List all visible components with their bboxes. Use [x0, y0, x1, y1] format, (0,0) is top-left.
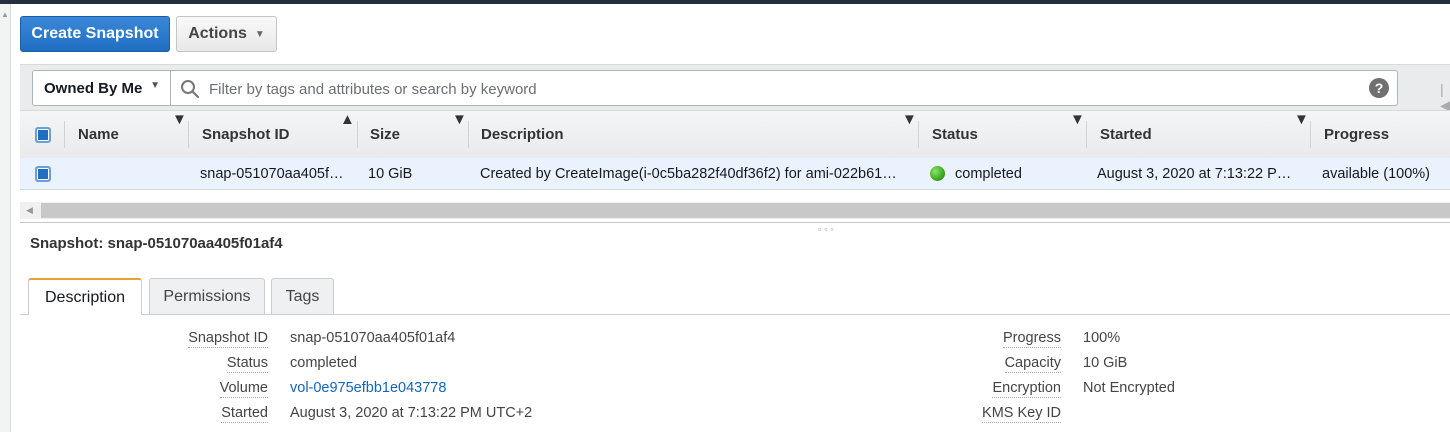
row-checkbox[interactable] [35, 166, 51, 182]
scroll-left-icon[interactable]: ◀ [26, 205, 33, 216]
value-snapshot-id: snap-051070aa405f01af4 [290, 330, 456, 346]
left-sidebar-collapsed[interactable]: ▲ [0, 4, 11, 432]
cell-description: Created by CreateImage(i-0c5ba282f40df36… [480, 165, 897, 182]
sort-icon[interactable]: ▼ [1070, 111, 1085, 128]
owner-filter-value: Owned By Me [44, 79, 143, 97]
column-divider [64, 121, 65, 148]
column-label: Progress [1324, 126, 1390, 143]
label-snapshot-id: Snapshot ID [188, 330, 268, 348]
help-icon[interactable]: ? [1369, 78, 1389, 98]
value-capacity: 10 GiB [1083, 355, 1128, 371]
status-text: completed [955, 165, 1022, 182]
tab-tags[interactable]: Tags [271, 278, 334, 314]
label-capacity: Capacity [1004, 355, 1061, 373]
column-label: Snapshot ID [202, 126, 290, 143]
cell-snapshot-id: snap-051070aa405f… [200, 165, 344, 182]
column-divider[interactable] [1086, 121, 1087, 148]
horizontal-scrollbar[interactable]: ◀ [20, 202, 1450, 219]
chevron-down-icon: ▼ [254, 28, 265, 40]
cell-progress: available (100%) [1322, 165, 1431, 182]
label-volume: Volume [219, 380, 268, 398]
column-divider[interactable] [918, 121, 919, 148]
label-progress: Progress [1002, 330, 1061, 348]
sort-asc-icon[interactable]: ▲ [340, 111, 355, 128]
cell-size: 10 GiB [368, 165, 413, 182]
column-header-progress[interactable]: Progress [1324, 111, 1389, 158]
pane-divider [20, 222, 1450, 223]
create-snapshot-button[interactable]: Create Snapshot [20, 16, 170, 52]
column-label: Size [370, 126, 401, 143]
scroll-up-icon[interactable]: ▲ [1, 10, 9, 19]
scrollbar-thumb[interactable] [41, 203, 1450, 218]
detail-title: Snapshot: snap-051070aa405f01af4 [30, 235, 283, 252]
value-progress: 100% [1083, 330, 1121, 346]
tab-description[interactable]: Description [28, 278, 142, 315]
top-bar [0, 0, 1450, 4]
column-header-size[interactable]: Size [370, 111, 400, 158]
value-encryption: Not Encrypted [1083, 380, 1175, 396]
column-label: Description [481, 126, 564, 143]
resize-grip-icon[interactable]: ▫▫▫ [818, 224, 837, 234]
actions-button[interactable]: Actions ▼ [176, 16, 277, 52]
label-started: Started [221, 405, 268, 423]
value-status: completed [290, 355, 357, 371]
cell-started: August 3, 2020 at 7:13:22 P… [1097, 165, 1292, 182]
column-label: Status [932, 126, 978, 143]
column-divider[interactable] [468, 121, 469, 148]
select-all-checkbox[interactable] [35, 127, 51, 143]
label-kms-key-id: KMS Key ID [982, 405, 1061, 423]
sort-icon[interactable]: ▼ [452, 111, 467, 128]
column-label: Started [1100, 126, 1152, 143]
volume-link[interactable]: vol-0e975efbb1e043778 [290, 380, 446, 397]
status-ok-icon [930, 166, 945, 181]
column-divider[interactable] [188, 121, 189, 148]
column-header-description[interactable]: Description [481, 111, 564, 158]
label-encryption: Encryption [992, 380, 1061, 398]
owner-filter-select[interactable]: Owned By Me ▼ [32, 70, 171, 106]
column-header-status[interactable]: Status [932, 111, 978, 158]
table-header: Name ▼ Snapshot ID ▲ Size ▼ Description … [20, 110, 1450, 159]
chevron-down-icon: ▼ [150, 80, 160, 91]
search-input[interactable] [207, 77, 1361, 101]
cell-status: completed [930, 158, 1022, 189]
column-divider[interactable] [357, 121, 358, 148]
column-divider[interactable] [1310, 121, 1311, 148]
actions-label: Actions [188, 25, 247, 42]
tabs-baseline [20, 314, 1450, 315]
value-started: August 3, 2020 at 7:13:22 PM UTC+2 [290, 405, 533, 421]
table-row[interactable]: snap-051070aa405f… 10 GiB Created by Cre… [20, 158, 1450, 190]
sort-icon[interactable]: ▼ [902, 111, 917, 128]
column-label: Name [78, 126, 119, 143]
sort-icon[interactable]: ▼ [172, 111, 187, 128]
search-box[interactable]: ? [171, 70, 1398, 106]
tab-permissions[interactable]: Permissions [149, 278, 265, 314]
filter-bar: Owned By Me ▼ ? |◀ [20, 64, 1450, 113]
search-icon [181, 80, 200, 99]
column-header-snapshot-id[interactable]: Snapshot ID [202, 111, 290, 158]
label-status: Status [226, 355, 268, 373]
sort-icon[interactable]: ▼ [1294, 111, 1309, 128]
column-header-name[interactable]: Name [78, 111, 119, 158]
column-header-started[interactable]: Started [1100, 111, 1152, 158]
